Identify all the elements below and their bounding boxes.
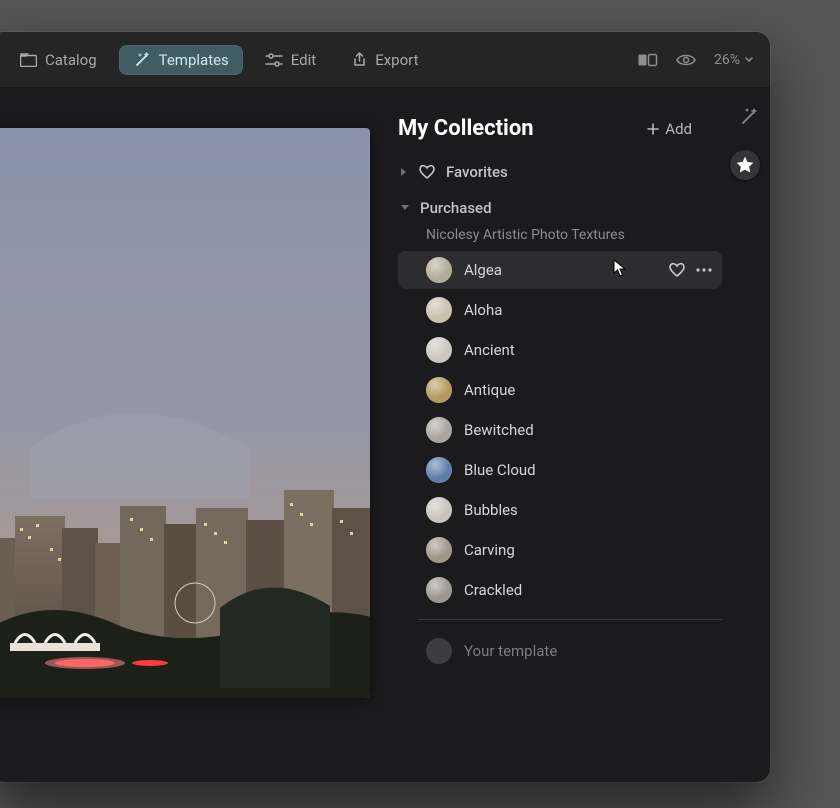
sparkle-wand-icon[interactable] <box>738 106 760 128</box>
more-icon[interactable] <box>696 268 712 272</box>
purchased-section: Purchased Nicolesy Artistic Photo Textur… <box>398 199 722 672</box>
star-icon <box>736 156 754 174</box>
template-name: Blue Cloud <box>464 461 536 479</box>
plus-icon <box>647 123 659 135</box>
template-swatch <box>426 257 452 283</box>
template-list: Algea Aloha Ancient Antique Bewitched Blue Cl… <box>398 251 722 609</box>
favorites-label: Favorites <box>446 163 508 181</box>
export-tab[interactable]: Export <box>338 45 432 75</box>
app-window: Catalog Templates Edit Export <box>0 32 770 782</box>
edit-label: Edit <box>291 51 316 69</box>
template-name: Algea <box>464 261 502 279</box>
template-row[interactable]: Antique <box>398 371 722 409</box>
add-label: Add <box>665 120 692 138</box>
template-name: Aloha <box>464 301 502 319</box>
wand-icon <box>133 51 151 69</box>
template-swatch <box>426 337 452 363</box>
heart-icon <box>418 164 436 180</box>
your-template-row[interactable]: Your template <box>398 630 722 672</box>
favorites-header[interactable]: Favorites <box>398 163 722 181</box>
template-row[interactable]: Carving <box>398 531 722 569</box>
template-row[interactable]: Blue Cloud <box>398 451 722 489</box>
template-swatch <box>426 417 452 443</box>
template-row[interactable]: Bewitched <box>398 411 722 449</box>
template-name: Crackled <box>464 581 522 599</box>
toolbar: Catalog Templates Edit Export <box>0 32 770 88</box>
catalog-tab[interactable]: Catalog <box>6 45 111 75</box>
template-name: Carving <box>464 541 515 559</box>
export-icon <box>352 52 367 68</box>
template-row[interactable]: Crackled <box>398 571 722 609</box>
zoom-dropdown[interactable]: 26% <box>714 52 754 68</box>
template-swatch <box>426 457 452 483</box>
template-swatch <box>426 297 452 323</box>
template-row[interactable]: Aloha <box>398 291 722 329</box>
compare-icon[interactable] <box>638 53 658 67</box>
heart-outline-icon[interactable] <box>668 262 686 278</box>
edit-tab[interactable]: Edit <box>251 45 330 75</box>
chevron-down-icon <box>744 56 754 64</box>
templates-label: Templates <box>159 51 229 69</box>
catalog-icon <box>20 53 37 67</box>
image-preview[interactable] <box>0 128 370 698</box>
favorites-section: Favorites <box>398 163 722 181</box>
side-panel: My Collection Add Favorites <box>370 88 770 782</box>
eye-icon[interactable] <box>676 53 696 67</box>
cursor-icon <box>613 259 627 277</box>
app-body: My Collection Add Favorites <box>0 88 770 782</box>
catalog-label: Catalog <box>45 51 97 69</box>
add-button[interactable]: Add <box>647 120 692 138</box>
disclosure-right-icon <box>400 167 408 177</box>
toolbar-right: 26% <box>638 52 754 68</box>
zoom-value: 26% <box>714 52 740 68</box>
template-swatch <box>426 497 452 523</box>
your-template-label: Your template <box>464 642 557 660</box>
template-name: Antique <box>464 381 515 399</box>
template-row[interactable]: Ancient <box>398 331 722 369</box>
purchased-label: Purchased <box>420 199 492 217</box>
panel-title: My Collection <box>398 116 534 141</box>
sliders-icon <box>265 53 283 67</box>
export-label: Export <box>375 51 418 69</box>
template-row[interactable]: Bubbles <box>398 491 722 529</box>
divider <box>418 619 722 620</box>
template-name: Ancient <box>464 341 515 359</box>
template-name: Bubbles <box>464 501 518 519</box>
templates-tab[interactable]: Templates <box>119 45 243 75</box>
template-swatch <box>426 537 452 563</box>
template-swatch <box>426 577 452 603</box>
panel-header: My Collection Add <box>398 116 722 141</box>
your-template-swatch <box>426 638 452 664</box>
template-actions <box>668 262 712 278</box>
template-row[interactable]: Algea <box>398 251 722 289</box>
favorites-filter-button[interactable] <box>730 150 760 180</box>
pack-name: Nicolesy Artistic Photo Textures <box>426 227 722 243</box>
purchased-header[interactable]: Purchased <box>398 199 722 217</box>
disclosure-down-icon <box>400 204 410 212</box>
template-name: Bewitched <box>464 421 534 439</box>
template-swatch <box>426 377 452 403</box>
